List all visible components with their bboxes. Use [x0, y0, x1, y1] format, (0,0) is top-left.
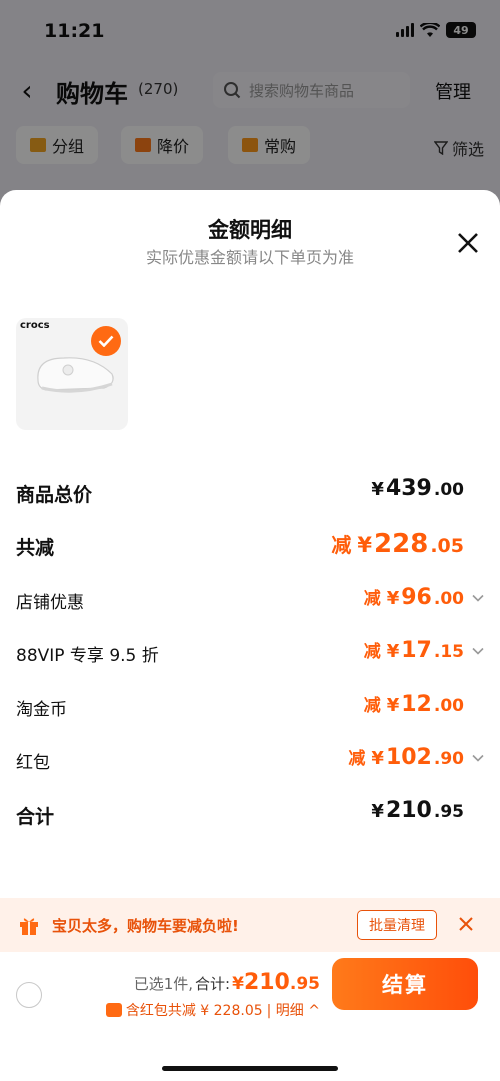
- sheet-title: 金额明细: [208, 218, 292, 242]
- row-label: 共减: [16, 537, 55, 559]
- reduce-cart-banner: 宝贝太多，购物车要减负啦! 批量清理: [0, 898, 500, 952]
- row-coins: 淘金币 减 ¥12.00: [16, 691, 486, 725]
- checkout-button[interactable]: 结算: [332, 958, 478, 1010]
- row-red-packet[interactable]: 红包 减 ¥102.90: [16, 744, 486, 778]
- row-value: 减 ¥102.90: [348, 745, 464, 770]
- total-amount: ¥210.95: [232, 970, 320, 995]
- chevron-down-icon[interactable]: [470, 750, 486, 766]
- detail-toggle[interactable]: | 明细 ^: [267, 1000, 320, 1020]
- gift-box-icon: [20, 918, 38, 935]
- row-value: ¥439.00: [371, 476, 464, 501]
- home-indicator: [162, 1066, 338, 1071]
- row-value: ¥210.95: [371, 798, 464, 823]
- total-label: 合计:: [195, 975, 231, 993]
- discount-summary[interactable]: 含红包共减 ¥ 228.05 | 明细 ^: [105, 1000, 320, 1020]
- row-subtotal: 商品总价 ¥439.00: [16, 476, 486, 510]
- select-all-checkbox[interactable]: [16, 982, 42, 1008]
- row-label: 88VIP 专享 9.5 折: [16, 646, 159, 666]
- selected-check-icon[interactable]: [91, 326, 121, 356]
- close-icon[interactable]: [455, 230, 481, 256]
- row-label: 商品总价: [16, 484, 93, 506]
- row-value: 减 ¥228.05: [331, 529, 464, 559]
- row-total-discount: 共减 减 ¥228.05: [16, 529, 486, 563]
- chevron-down-icon[interactable]: [470, 590, 486, 606]
- chevron-down-icon[interactable]: [470, 643, 486, 659]
- row-label: 合计: [16, 806, 55, 828]
- sheet-subtitle: 实际优惠金额请以下单页为准: [145, 248, 354, 267]
- row-value: 减 ¥96.00: [363, 585, 464, 610]
- red-packet-icon: [105, 1003, 122, 1017]
- banner-text: 宝贝太多，购物车要减负啦!: [52, 917, 239, 935]
- row-label: 店铺优惠: [16, 593, 84, 613]
- discount-text: 含红包共减 ¥ 228.05: [125, 1003, 263, 1019]
- row-label: 淘金币: [16, 700, 67, 720]
- batch-clean-button[interactable]: 批量清理: [357, 910, 437, 940]
- row-store-discount[interactable]: 店铺优惠 减 ¥96.00: [16, 584, 486, 618]
- row-vip-discount[interactable]: 88VIP 专享 9.5 折 减 ¥17.15: [16, 637, 486, 671]
- row-grand-total: 合计 ¥210.95: [16, 798, 486, 832]
- close-icon[interactable]: [458, 916, 474, 932]
- row-value: 减 ¥12.00: [363, 692, 464, 717]
- checkout-bar: 已选1件, 合计: ¥210.95 含红包共减 ¥ 228.05 | 明细 ^ …: [0, 952, 500, 1081]
- amount-detail-sheet: 金额明细 实际优惠金额请以下单页为准 crocs 商品总价 ¥439.00 共减…: [0, 190, 500, 1081]
- row-label: 红包: [16, 753, 50, 773]
- selected-count: 已选1件,: [133, 975, 194, 993]
- row-value: 减 ¥17.15: [363, 638, 464, 663]
- selection-summary: 已选1件, 合计: ¥210.95: [134, 970, 320, 995]
